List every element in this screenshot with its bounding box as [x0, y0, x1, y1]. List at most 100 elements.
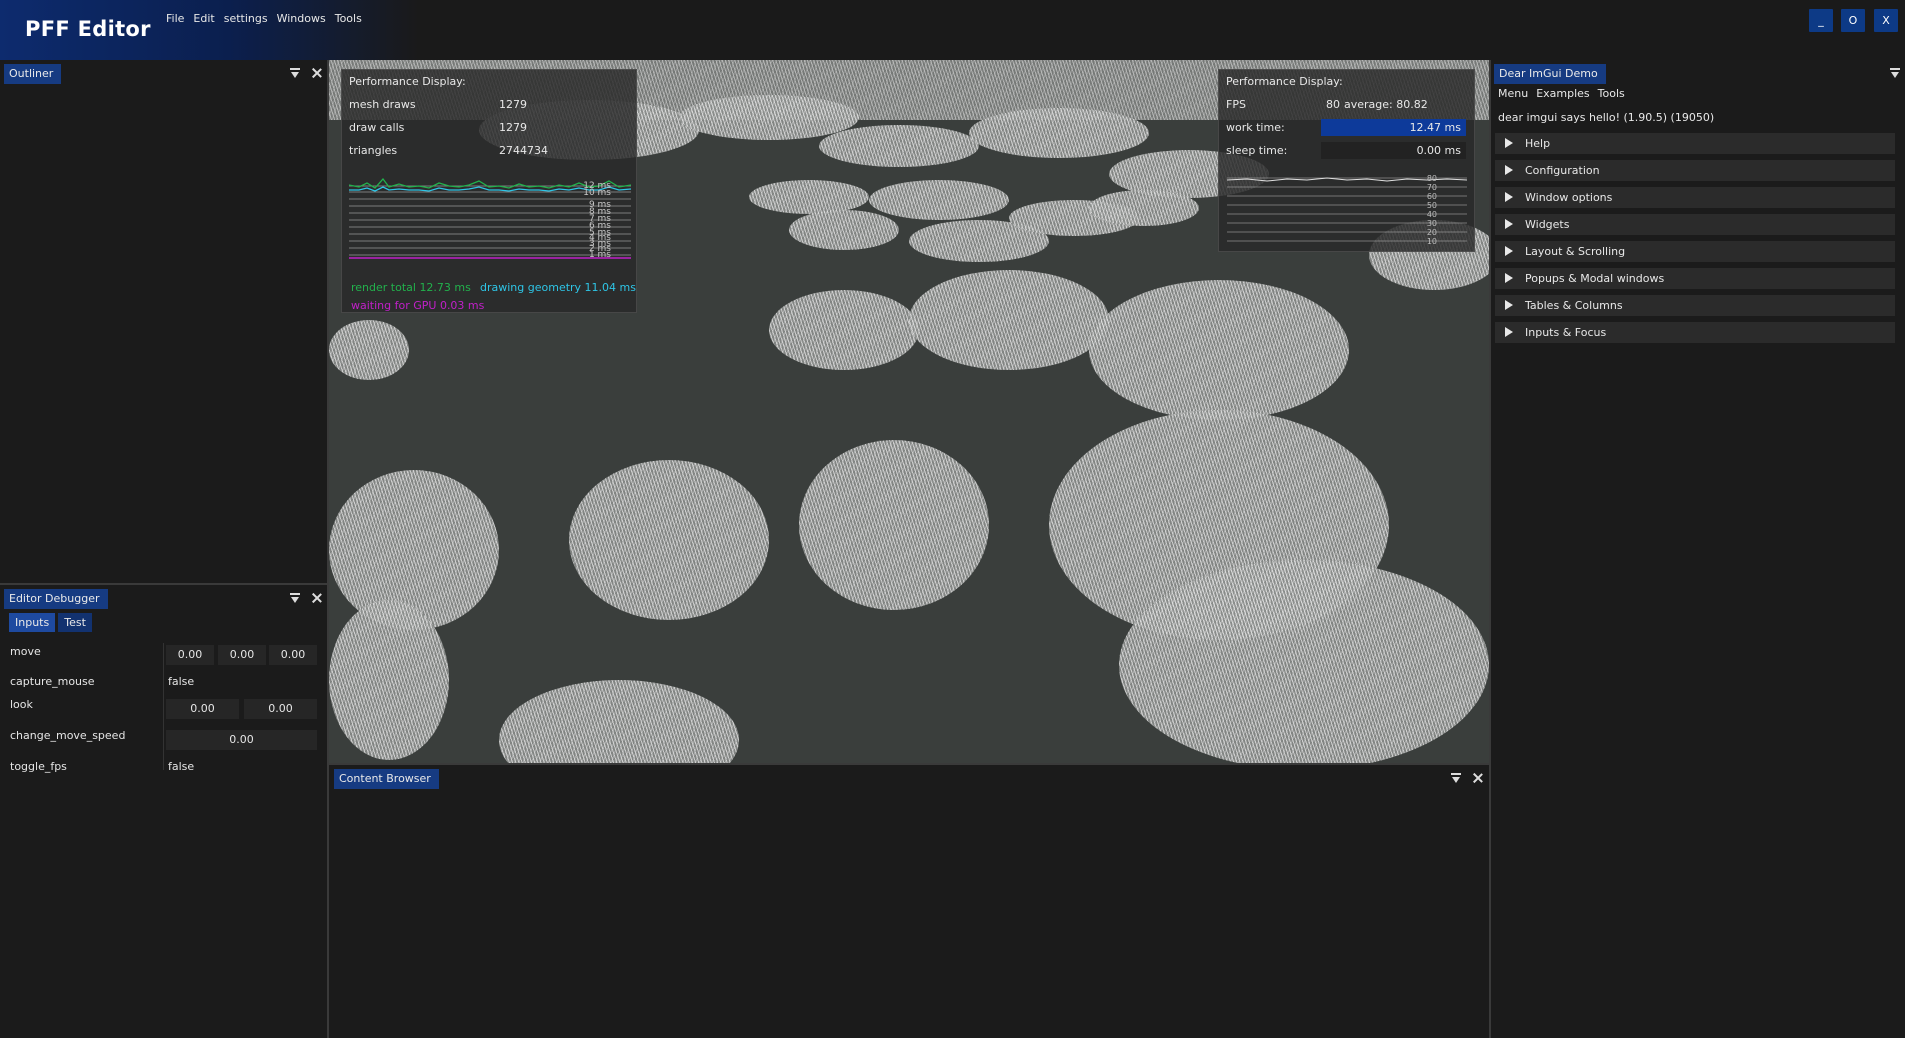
- close-icon[interactable]: [310, 591, 324, 605]
- work-time-bar: 12.47 ms: [1321, 119, 1466, 136]
- imgui-demo-panel: Dear ImGui Demo Menu Examples Tools dear…: [1491, 60, 1905, 1038]
- section-layout-scrolling[interactable]: Layout & Scrolling: [1495, 241, 1895, 262]
- demo-menu-examples[interactable]: Examples: [1536, 87, 1589, 100]
- frame-time-graph: 12 ms 10 ms 9 ms 8 ms 7 ms 6 ms 5 ms 4 m…: [349, 178, 631, 260]
- perf-title: Performance Display:: [349, 75, 466, 88]
- expand-arrow-icon: [1505, 138, 1513, 148]
- section-tables-columns[interactable]: Tables & Columns: [1495, 295, 1895, 316]
- tick-label: 50: [1427, 201, 1437, 210]
- look-y-field[interactable]: 0.00: [244, 699, 317, 719]
- maximize-button[interactable]: O: [1841, 9, 1865, 32]
- outliner-tab[interactable]: Outliner: [4, 64, 62, 84]
- legend-render-total: render total 12.73 ms: [351, 281, 471, 294]
- move-label: move: [10, 645, 41, 658]
- grass-patch: [799, 440, 989, 610]
- dropdown-icon[interactable]: [1888, 66, 1902, 80]
- draw-calls-value: 1279: [499, 121, 527, 134]
- fps-average: average: 80.82: [1344, 98, 1428, 111]
- grass-patch: [499, 680, 739, 763]
- expand-arrow-icon: [1505, 192, 1513, 202]
- fps-label: FPS: [1226, 98, 1246, 111]
- close-icon[interactable]: [1471, 771, 1485, 785]
- section-inputs-focus[interactable]: Inputs & Focus: [1495, 322, 1895, 343]
- close-window-button[interactable]: X: [1874, 9, 1898, 32]
- imgui-demo-tab[interactable]: Dear ImGui Demo: [1494, 64, 1606, 84]
- section-window-options[interactable]: Window options: [1495, 187, 1895, 208]
- demo-hello-text: dear imgui says hello! (1.90.5) (19050): [1498, 111, 1715, 124]
- dropdown-icon[interactable]: [288, 66, 302, 80]
- grass-patch: [769, 290, 919, 370]
- grass-patch: [969, 108, 1149, 158]
- dropdown-icon[interactable]: [1449, 771, 1463, 785]
- section-configuration[interactable]: Configuration: [1495, 160, 1895, 181]
- editor-debugger-tab[interactable]: Editor Debugger: [4, 589, 108, 609]
- move-y-field[interactable]: 0.00: [218, 645, 266, 665]
- content-browser-panel: Content Browser: [329, 765, 1489, 1038]
- change-move-speed-field[interactable]: 0.00: [166, 730, 317, 750]
- mesh-draws-value: 1279: [499, 98, 527, 111]
- section-widgets[interactable]: Widgets: [1495, 214, 1895, 235]
- menu-tools[interactable]: Tools: [335, 12, 362, 25]
- sleep-time-label: sleep time:: [1226, 144, 1288, 157]
- perf-title: Performance Display:: [1226, 75, 1343, 88]
- expand-arrow-icon: [1505, 327, 1513, 337]
- tick-label: 30: [1427, 219, 1437, 228]
- close-icon[interactable]: [310, 66, 324, 80]
- title-bar: PFF Editor File Edit settings Windows To…: [0, 0, 1905, 60]
- menu-file[interactable]: File: [166, 12, 184, 25]
- outliner-panel: Outliner: [0, 60, 327, 583]
- draw-calls-label: draw calls: [349, 121, 405, 134]
- look-label: look: [10, 698, 33, 711]
- grass-patch: [569, 460, 769, 620]
- tick-label: 70: [1427, 183, 1437, 192]
- tab-test[interactable]: Test: [58, 613, 92, 632]
- expand-arrow-icon: [1505, 300, 1513, 310]
- work-time-value: 12.47 ms: [1409, 121, 1461, 134]
- fps-tick-labels: 80 70 60 50 40 30 20 10: [1427, 174, 1437, 246]
- grass-patch: [789, 210, 899, 250]
- section-help[interactable]: Help: [1495, 133, 1895, 154]
- performance-overlay-left: Performance Display: mesh draws 1279 dra…: [341, 69, 637, 313]
- scene-viewport[interactable]: Performance Display: mesh draws 1279 dra…: [329, 60, 1489, 763]
- dropdown-icon[interactable]: [288, 591, 302, 605]
- sleep-time-value: 0.00 ms: [1416, 144, 1461, 157]
- grass-patch: [329, 600, 449, 760]
- menu-windows[interactable]: Windows: [277, 12, 326, 25]
- section-popups-modal[interactable]: Popups & Modal windows: [1495, 268, 1895, 289]
- capture-mouse-value: false: [168, 675, 195, 688]
- fps-graph: 80 70 60 50 40 30 20 10: [1227, 174, 1467, 246]
- mesh-draws-label: mesh draws: [349, 98, 416, 111]
- toggle-fps-value: false: [168, 760, 195, 773]
- tab-inputs[interactable]: Inputs: [9, 613, 56, 632]
- tick-label: 1 ms: [589, 250, 611, 260]
- tick-label: 40: [1427, 210, 1437, 219]
- expand-arrow-icon: [1505, 219, 1513, 229]
- toggle-fps-label: toggle_fps: [10, 760, 67, 773]
- content-browser-tab[interactable]: Content Browser: [334, 769, 439, 789]
- move-x-field[interactable]: 0.00: [166, 645, 214, 665]
- tick-label: 20: [1427, 228, 1437, 237]
- grass-patch: [1089, 280, 1349, 420]
- tick-label: 60: [1427, 192, 1437, 201]
- demo-menu-menu[interactable]: Menu: [1498, 87, 1528, 100]
- expand-arrow-icon: [1505, 246, 1513, 256]
- change-move-speed-label: change_move_speed: [10, 729, 126, 742]
- move-z-field[interactable]: 0.00: [269, 645, 317, 665]
- grass-patch: [1119, 560, 1489, 763]
- triangles-value: 2744734: [499, 144, 548, 157]
- legend-drawing-geometry: drawing geometry 11.04 ms: [480, 281, 636, 294]
- grass-patch: [819, 125, 979, 167]
- editor-debugger-panel: Editor Debugger Inputs Test move 0.00 0.…: [0, 585, 327, 1038]
- expand-arrow-icon: [1505, 273, 1513, 283]
- debugger-tabs: Inputs Test: [9, 613, 92, 632]
- look-x-field[interactable]: 0.00: [166, 699, 239, 719]
- capture-mouse-label: capture_mouse: [10, 675, 95, 688]
- menu-bar: File Edit settings Windows Tools: [166, 12, 362, 25]
- tick-label: 80: [1427, 174, 1437, 183]
- tick-label: 10: [1427, 237, 1437, 246]
- grass-patch: [329, 320, 409, 380]
- demo-menu-tools[interactable]: Tools: [1598, 87, 1625, 100]
- menu-settings[interactable]: settings: [224, 12, 268, 25]
- menu-edit[interactable]: Edit: [193, 12, 214, 25]
- minimize-button[interactable]: _: [1809, 9, 1833, 32]
